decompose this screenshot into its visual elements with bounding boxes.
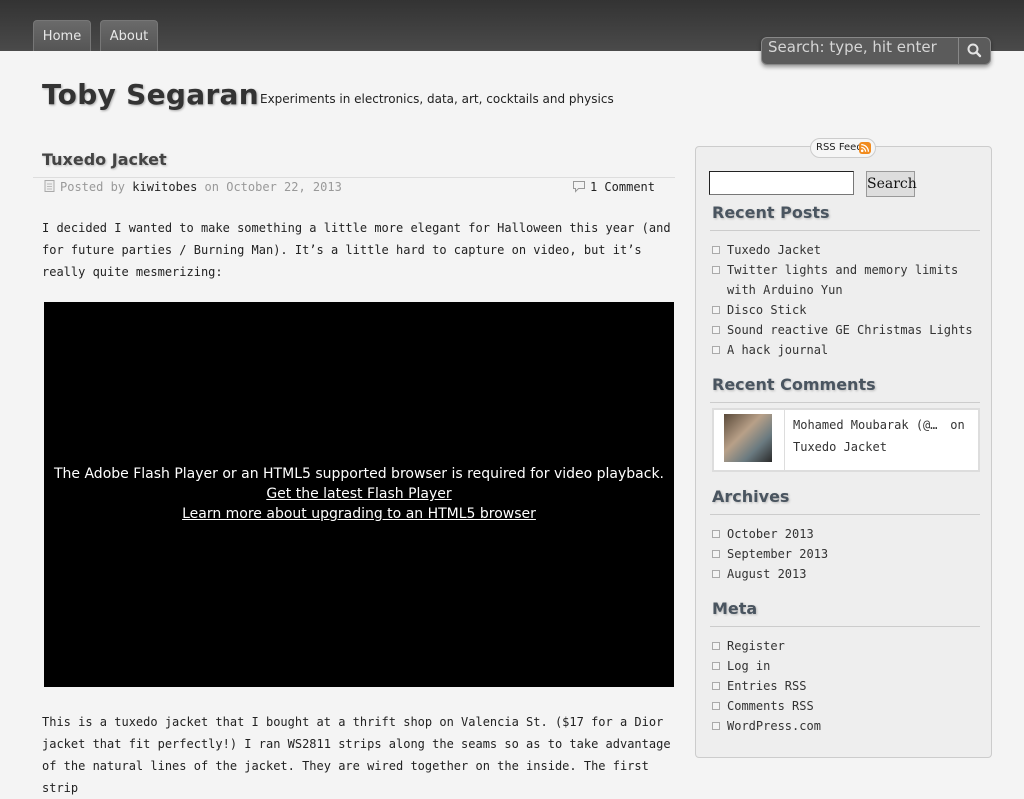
site-description: Experiments in electronics, data, art, c… xyxy=(260,92,614,106)
recent-comment-text: Mohamed Moubarak (@m… on Tuxedo Jacket xyxy=(793,414,975,458)
post-title[interactable]: Tuxedo Jacket xyxy=(42,150,167,169)
post-comments-link[interactable]: 1 Comment xyxy=(590,180,655,194)
list-bullet-icon xyxy=(712,642,720,650)
recent-post-item[interactable]: Disco Stick xyxy=(711,300,976,320)
recent-posts-title: Recent Posts xyxy=(712,203,830,222)
flash-player-link[interactable]: Get the latest Flash Player xyxy=(266,486,451,502)
post-meta: Posted by kiwitobes on October 22, 2013 … xyxy=(44,180,664,198)
rss-icon xyxy=(859,142,871,154)
post-byline: Posted by kiwitobes on October 22, 2013 xyxy=(44,180,342,194)
list-bullet-icon xyxy=(712,266,720,274)
list-bullet-icon xyxy=(712,346,720,354)
recent-posts-divider xyxy=(710,230,980,231)
rss-feed-link[interactable]: RSS Feed xyxy=(810,138,876,158)
commenter-avatar[interactable] xyxy=(724,414,772,462)
sidebar-search-input[interactable] xyxy=(709,171,854,195)
sidebar-search-button[interactable]: Search xyxy=(866,171,917,197)
comment-on-label: on xyxy=(950,418,965,432)
list-bullet-icon xyxy=(712,682,720,690)
meta-item[interactable]: Register xyxy=(711,636,976,656)
post-date-link[interactable]: October 22, 2013 xyxy=(226,180,342,194)
list-bullet-icon xyxy=(712,326,720,334)
video-fallback-message: The Adobe Flash Player or an HTML5 suppo… xyxy=(44,464,674,524)
recent-comment-item: Mohamed Moubarak (@m… on Tuxedo Jacket xyxy=(712,408,980,472)
post-author-link[interactable]: kiwitobes xyxy=(132,180,197,194)
recent-comments-divider xyxy=(710,402,980,403)
meta-title: Meta xyxy=(712,599,758,618)
archives-list: October 2013 September 2013 August 2013 xyxy=(711,524,976,584)
recent-comments-title: Recent Comments xyxy=(712,375,876,394)
comment-author-link[interactable]: Mohamed Moubarak (@m… xyxy=(793,414,943,436)
header-search-button[interactable] xyxy=(958,38,990,64)
archive-item[interactable]: October 2013 xyxy=(711,524,976,544)
recent-post-item[interactable]: Sound reactive GE Christmas Lights xyxy=(711,320,976,340)
recent-post-item[interactable]: Twitter lights and memory limits with Ar… xyxy=(711,260,976,300)
archive-item[interactable]: August 2013 xyxy=(711,564,976,584)
commenter-avatar-cell xyxy=(714,410,785,470)
post-document-icon xyxy=(44,180,55,192)
recent-posts-list: Tuxedo Jacket Twitter lights and memory … xyxy=(711,240,976,360)
rss-feed-label: RSS Feed xyxy=(816,142,863,153)
nav-tab-about[interactable]: About xyxy=(100,20,158,51)
recent-post-item[interactable]: Tuxedo Jacket xyxy=(711,240,976,260)
video-fallback-text: The Adobe Flash Player or an HTML5 suppo… xyxy=(53,466,665,482)
recent-post-item[interactable]: A hack journal xyxy=(711,340,976,360)
list-bullet-icon xyxy=(712,246,720,254)
meta-item[interactable]: Log in xyxy=(711,656,976,676)
video-player[interactable]: The Adobe Flash Player or an HTML5 suppo… xyxy=(44,302,674,687)
magnifier-icon xyxy=(967,43,982,58)
meta-item[interactable]: Entries RSS xyxy=(711,676,976,696)
list-bullet-icon xyxy=(712,570,720,578)
post-meta-divider xyxy=(33,177,675,178)
html5-browser-link[interactable]: Learn more about upgrading to an HTML5 b… xyxy=(182,506,536,522)
post-comments[interactable]: 1 Comment xyxy=(572,180,655,194)
meta-item[interactable]: Comments RSS xyxy=(711,696,976,716)
archives-title: Archives xyxy=(712,487,790,506)
list-bullet-icon xyxy=(712,550,720,558)
header-search-input[interactable]: Search: type, hit enter xyxy=(761,37,991,65)
comment-post-link[interactable]: Tuxedo Jacket xyxy=(793,440,887,454)
meta-item[interactable]: WordPress.com xyxy=(711,716,976,736)
archives-divider xyxy=(710,514,980,515)
posted-on-label: on xyxy=(204,180,219,194)
meta-divider xyxy=(710,626,980,627)
list-bullet-icon xyxy=(712,306,720,314)
meta-list: Register Log in Entries RSS Comments RSS… xyxy=(711,636,976,736)
header-search-placeholder: Search: type, hit enter xyxy=(768,38,937,56)
list-bullet-icon xyxy=(712,702,720,710)
archive-item[interactable]: September 2013 xyxy=(711,544,976,564)
list-bullet-icon xyxy=(712,662,720,670)
posted-by-label: Posted by xyxy=(60,180,126,194)
nav-tab-home[interactable]: Home xyxy=(33,20,91,51)
post-paragraph-2: This is a tuxedo jacket that I bought at… xyxy=(42,715,671,795)
comment-bubble-icon xyxy=(572,181,585,193)
list-bullet-icon xyxy=(712,722,720,730)
post-paragraph-1: I decided I wanted to make something a l… xyxy=(42,221,671,279)
list-bullet-icon xyxy=(712,530,720,538)
site-title[interactable]: Toby Segaran xyxy=(42,78,259,111)
